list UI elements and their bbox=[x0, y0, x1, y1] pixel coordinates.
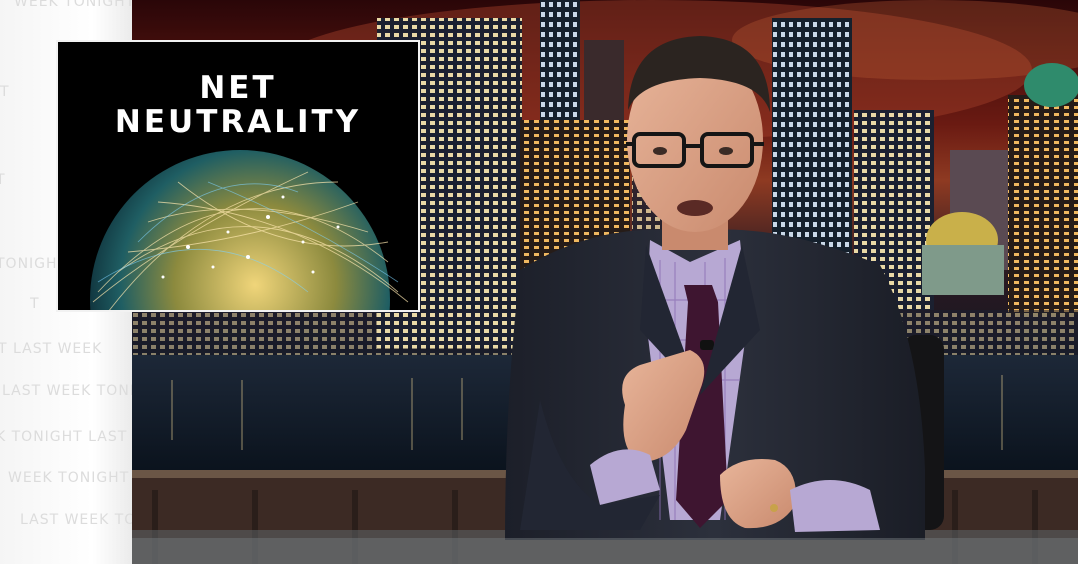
desk bbox=[132, 538, 1078, 564]
lapel-microphone bbox=[700, 340, 714, 350]
video-frame: WEEK TONIGHT T T TONIGHT T T LAST WEEK L… bbox=[0, 0, 1078, 564]
ring bbox=[770, 504, 778, 512]
